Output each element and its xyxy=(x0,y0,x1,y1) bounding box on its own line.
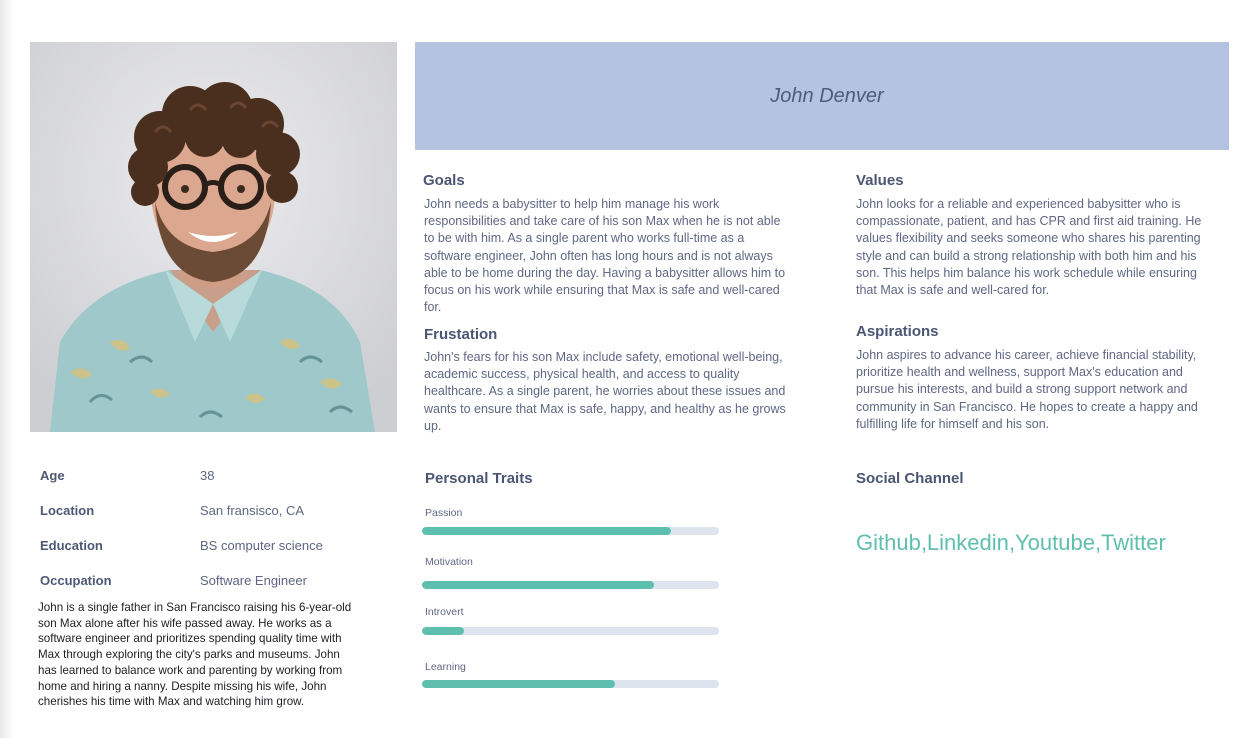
traits-heading: Personal Traits xyxy=(425,470,533,487)
trait-bar-fill xyxy=(422,627,464,635)
persona-name: John Denver xyxy=(770,84,884,107)
fact-label: Education xyxy=(40,538,103,553)
aspirations-text: John aspires to advance his career, achi… xyxy=(856,348,1198,431)
trait-label-motivation: Motivation xyxy=(425,556,473,568)
trait-label-learning: Learning xyxy=(425,661,466,673)
frustration-heading: Frustation xyxy=(424,326,498,343)
values-heading: Values xyxy=(856,172,904,189)
persona-bio: John is a single father in San Francisco… xyxy=(38,601,352,709)
fact-value: Software Engineer xyxy=(200,573,307,588)
portrait-illustration xyxy=(30,42,397,432)
social-channels[interactable]: Github,Linkedin,Youtube,Twitter xyxy=(856,530,1166,556)
page-edge-shadow xyxy=(0,0,14,738)
aspirations-heading: Aspirations xyxy=(856,323,939,340)
fact-value: San fransisco, CA xyxy=(200,503,305,518)
frustration-text: John's fears for his son Max include saf… xyxy=(424,350,786,433)
goals-heading: Goals xyxy=(423,172,465,189)
trait-bar-passion xyxy=(422,527,719,535)
persona-facts: Age 38 Location San fransisco, CA Educat… xyxy=(40,458,380,598)
fact-row-education: Education BS computer science xyxy=(40,528,380,563)
fact-value: 38 xyxy=(200,468,215,483)
fact-label: Location xyxy=(40,503,95,518)
trait-bar-fill xyxy=(422,680,616,688)
fact-value: BS computer science xyxy=(200,538,323,553)
social-heading: Social Channel xyxy=(856,470,964,487)
fact-row-location: Location San fransisco, CA xyxy=(40,493,380,528)
values-text: John looks for a reliable and experience… xyxy=(856,197,1202,298)
goals-text: John needs a babysitter to help him mana… xyxy=(424,197,786,315)
fact-row-occupation: Occupation Software Engineer xyxy=(40,563,380,598)
trait-bar-introvert xyxy=(422,627,719,635)
fact-label: Age xyxy=(40,468,65,483)
name-banner: John Denver xyxy=(415,42,1229,150)
trait-bar-fill xyxy=(422,581,654,589)
trait-label-passion: Passion xyxy=(425,507,463,519)
trait-bar-learning xyxy=(422,680,719,688)
trait-bar-motivation xyxy=(422,581,719,589)
trait-label-introvert: Introvert xyxy=(425,606,464,618)
fact-row-age: Age 38 xyxy=(40,458,380,493)
fact-label: Occupation xyxy=(40,573,112,588)
trait-bar-fill xyxy=(422,527,672,535)
profile-photo xyxy=(30,42,397,432)
